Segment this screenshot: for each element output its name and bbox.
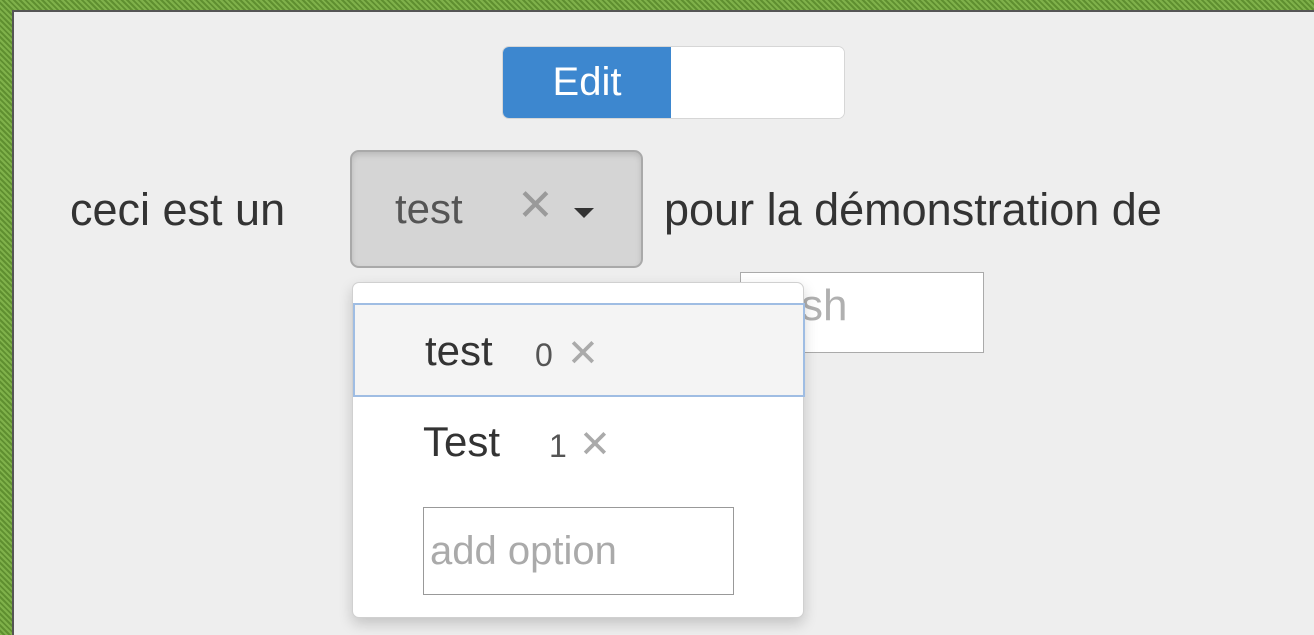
inline-select[interactable]: test ✕ [350, 150, 643, 268]
edit-toggle-off[interactable] [671, 47, 844, 118]
sentence-after: pour la démonstration de [664, 184, 1162, 235]
option-index: 1 [549, 428, 567, 464]
edit-toggle-on[interactable]: Edit [503, 47, 671, 118]
select-dropdown-menu: test 0 ✕ Test 1 ✕ [352, 282, 805, 618]
option-label: Test [423, 418, 501, 465]
caret-down-icon[interactable] [574, 208, 594, 218]
editor-panel: Edit ceci est un test ✕ pour la démonstr… [12, 10, 1314, 635]
clear-icon[interactable]: ✕ [517, 184, 554, 228]
option-index: 0 [535, 337, 553, 373]
dropdown-option[interactable]: test 0 ✕ [353, 303, 805, 397]
remove-option-icon[interactable]: ✕ [567, 331, 599, 376]
select-value: test [395, 185, 463, 232]
add-option-input[interactable] [423, 507, 734, 595]
remove-option-icon[interactable]: ✕ [579, 422, 611, 467]
edit-toggle[interactable]: Edit [502, 46, 845, 119]
sentence-before: ceci est un [70, 184, 286, 235]
dropdown-option[interactable]: Test 1 ✕ [353, 396, 805, 490]
option-label: test [425, 327, 493, 374]
